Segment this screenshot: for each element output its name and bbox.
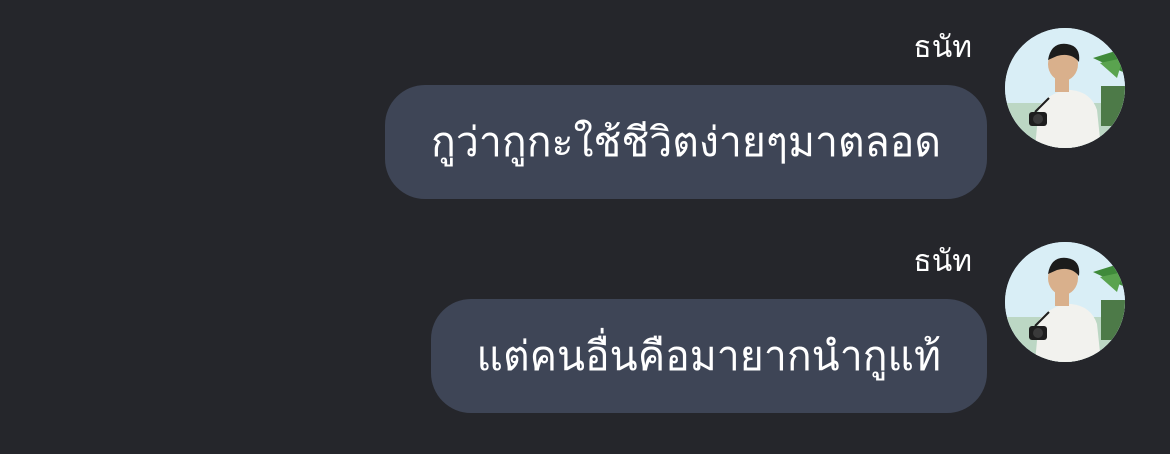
sender-name: ธนัท — [913, 30, 972, 65]
avatar[interactable] — [1005, 28, 1125, 148]
message-bubble[interactable]: กูว่ากูกะใช้ชีวิตง่ายๆมาตลอด — [385, 85, 987, 199]
message-bubble[interactable]: แต่คนอื่นคือมายากนำกูแท้ — [430, 299, 987, 413]
profile-photo-icon — [1005, 242, 1125, 362]
sender-name: ธนัท — [913, 244, 972, 279]
avatar[interactable] — [1005, 242, 1125, 362]
profile-photo-icon — [1005, 28, 1125, 148]
